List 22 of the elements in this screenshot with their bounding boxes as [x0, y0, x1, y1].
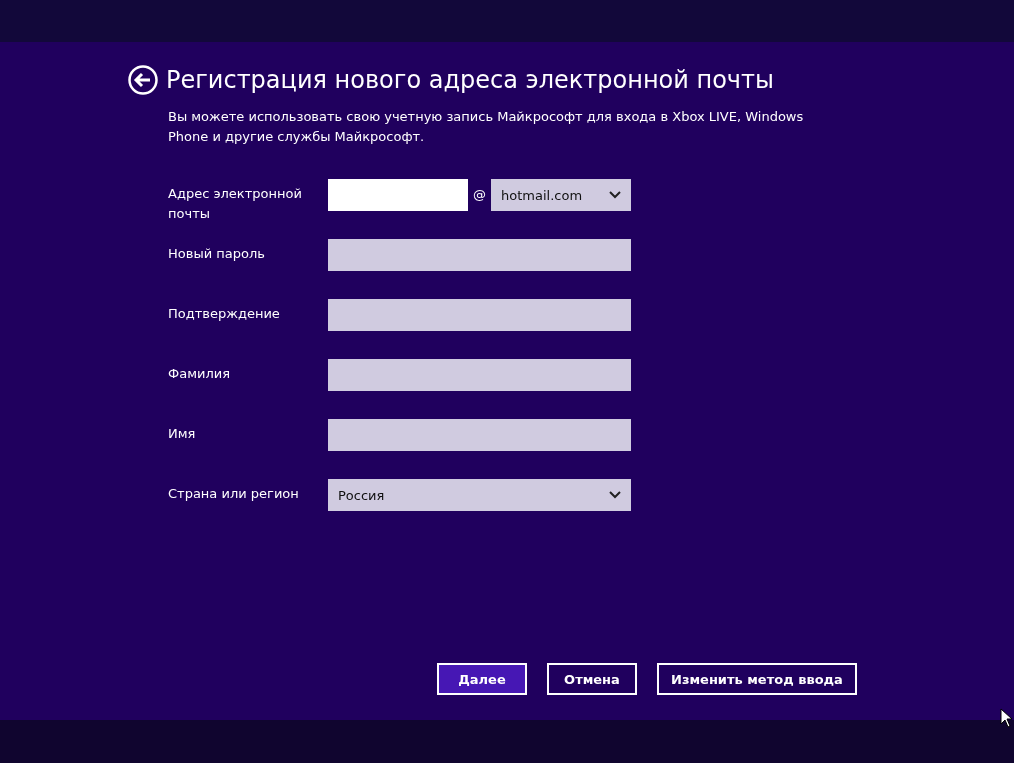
dialog-button[interactable]: Далее [437, 663, 527, 695]
text-field[interactable] [328, 419, 631, 451]
dialog-button[interactable]: Изменить метод ввода [657, 663, 857, 695]
field-label: Имя [168, 425, 197, 443]
mouse-pointer-icon [1000, 708, 1012, 728]
field-label: Страна или регион [168, 485, 300, 503]
field-label: Фамилия [168, 365, 231, 383]
at-sign: @ [472, 186, 487, 204]
description-text: Вы можете использовать свою учетную запись Майкрософт для входа в Xbox LIVE, Windows Phone и другие службы Майкрософт. [168, 108, 805, 146]
page-title: Регистрация нового адреса электронной почты [166, 66, 774, 94]
field-label: Новый пароль [168, 245, 266, 263]
email-field[interactable] [328, 179, 468, 211]
country-dropdown[interactable]: Россия [328, 479, 631, 511]
field-label: Подтверждение [168, 305, 281, 323]
field-label: Адрес электронной почты [168, 185, 303, 223]
dialog-button[interactable]: Отмена [547, 663, 637, 695]
chevron-down-icon [609, 191, 621, 199]
text-field[interactable] [328, 239, 631, 271]
domain-dropdown[interactable]: hotmail.com [491, 179, 631, 211]
chevron-down-icon [609, 491, 621, 499]
text-field[interactable] [328, 359, 631, 391]
text-field[interactable] [328, 299, 631, 331]
